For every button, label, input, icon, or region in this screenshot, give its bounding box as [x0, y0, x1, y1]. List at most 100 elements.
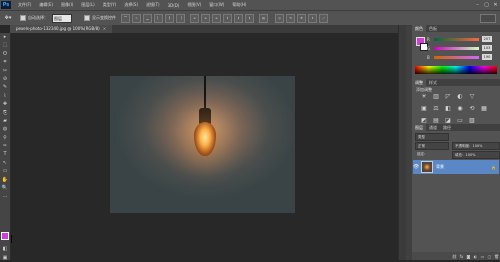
menu-image[interactable]: 图像(I): [57, 2, 77, 8]
foreground-color-swatch[interactable]: [1, 232, 9, 240]
menu-help[interactable]: 帮助(H): [228, 2, 250, 8]
tab-channels[interactable]: 通道: [426, 124, 440, 131]
menu-edit[interactable]: 编辑(E): [35, 2, 57, 8]
quick-select-tool-icon[interactable]: ⌗: [0, 58, 10, 66]
photo-filter-icon[interactable]: ◉: [456, 105, 464, 113]
link-layers-icon[interactable]: ⛓: [451, 254, 458, 259]
clone-stamp-tool-icon[interactable]: ✚: [0, 100, 10, 108]
document-canvas[interactable]: [110, 76, 295, 213]
marquee-tool-icon[interactable]: ⬚: [0, 41, 10, 49]
3d-pan-icon[interactable]: ✥: [297, 13, 306, 23]
menu-layer[interactable]: 图层(L): [77, 2, 98, 8]
distribute-right-icon[interactable]: ⦀: [245, 13, 254, 23]
brush-tool-icon[interactable]: ⌇: [0, 92, 10, 100]
tab-styles[interactable]: 样式: [426, 79, 440, 86]
tab-color[interactable]: 颜色: [412, 25, 426, 32]
menu-view[interactable]: 视图(V): [183, 2, 205, 8]
color-slider-g[interactable]: G 103: [427, 45, 492, 51]
quick-mask-icon[interactable]: ◧: [0, 245, 10, 253]
tab-adjustments[interactable]: 调整: [412, 79, 426, 86]
new-adjustment-icon[interactable]: ◐: [472, 254, 479, 259]
opacity-field[interactable]: 不透明度：100%: [452, 142, 500, 150]
hsl-icon[interactable]: ▣: [420, 105, 428, 113]
3d-scale-icon[interactable]: ⤢: [319, 13, 328, 23]
layer-row-background[interactable]: 👁 背景 🔒: [413, 160, 499, 174]
align-right-icon[interactable]: ▕: [176, 13, 185, 23]
align-vcenter-icon[interactable]: ═: [132, 13, 141, 23]
delete-layer-icon[interactable]: 🗑: [493, 254, 500, 259]
add-mask-icon[interactable]: ◙: [465, 254, 472, 259]
color-value-g[interactable]: 103: [482, 45, 492, 51]
distribute-hcenter-icon[interactable]: ⦀: [234, 13, 243, 23]
curves-icon[interactable]: ◸: [444, 93, 452, 101]
history-brush-tool-icon[interactable]: ⎘: [0, 109, 10, 117]
menu-type[interactable]: 类型(Y): [99, 2, 121, 8]
zoom-tool-icon[interactable]: 🔍: [0, 184, 10, 192]
crop-tool-icon[interactable]: ✂: [0, 67, 10, 75]
menu-select[interactable]: 选择(S): [120, 2, 142, 8]
distribute-bottom-icon[interactable]: ≡: [212, 13, 221, 23]
distribute-vcenter-icon[interactable]: ≡: [201, 13, 210, 23]
shape-tool-icon[interactable]: ▭: [0, 167, 10, 175]
distribute-left-icon[interactable]: ⦀: [223, 13, 232, 23]
brightness-icon[interactable]: ☀: [420, 93, 428, 101]
color-lookup-icon[interactable]: ▦: [480, 105, 488, 113]
color-value-r[interactable]: 207: [482, 36, 492, 42]
blur-tool-icon[interactable]: ⚲: [0, 134, 10, 142]
close-tab-icon[interactable]: ×: [103, 26, 106, 31]
bw-icon[interactable]: ◧: [444, 105, 452, 113]
eye-icon[interactable]: 👁: [413, 164, 419, 170]
maximize-button[interactable]: ▢: [482, 0, 491, 10]
tab-swatches[interactable]: 色板: [426, 25, 440, 32]
3d-rotate-icon[interactable]: ⟲: [286, 13, 295, 23]
exposure-icon[interactable]: ◐: [456, 93, 464, 101]
fill-field[interactable]: 填充：100%: [452, 151, 500, 159]
type-tool-icon[interactable]: T: [0, 150, 10, 158]
menu-filter[interactable]: 滤镜(T): [142, 2, 164, 8]
vibrance-icon[interactable]: ▽: [468, 93, 476, 101]
color-slider-b[interactable]: B 190: [427, 54, 492, 60]
show-transform-checkbox[interactable]: [84, 15, 90, 21]
3d-slide-icon[interactable]: ⇕: [308, 13, 317, 23]
layer-filter-kind[interactable]: 类型: [415, 133, 449, 141]
color-bar-r[interactable]: [434, 38, 479, 41]
levels-icon[interactable]: ▥: [432, 93, 440, 101]
lasso-tool-icon[interactable]: ʘ: [0, 50, 10, 58]
healing-brush-tool-icon[interactable]: ✎: [0, 83, 10, 91]
menu-file[interactable]: 文件(F): [14, 2, 35, 8]
more-tools-icon[interactable]: …: [0, 192, 10, 200]
pen-tool-icon[interactable]: ✑: [0, 142, 10, 150]
color-balance-icon[interactable]: ⚖: [432, 105, 440, 113]
align-left-icon[interactable]: ▏: [154, 13, 163, 23]
auto-align-icon[interactable]: ▤: [259, 13, 268, 23]
blend-mode-select[interactable]: 正常: [415, 142, 449, 150]
new-group-icon[interactable]: ▭: [479, 254, 486, 259]
minimize-button[interactable]: –: [473, 0, 482, 10]
distribute-top-icon[interactable]: ≡: [190, 13, 199, 23]
align-hcenter-icon[interactable]: ║: [165, 13, 174, 23]
color-value-b[interactable]: 190: [482, 54, 492, 60]
color-spectrum[interactable]: [415, 66, 497, 74]
3d-mode-icon[interactable]: ◎: [275, 13, 284, 23]
gradient-tool-icon[interactable]: ◍: [0, 125, 10, 133]
hand-tool-icon[interactable]: ✋: [0, 176, 10, 184]
tab-paths[interactable]: 路径: [440, 124, 454, 131]
channel-mixer-icon[interactable]: ⟲: [468, 105, 476, 113]
color-slider-r[interactable]: R 207: [427, 36, 492, 42]
new-layer-icon[interactable]: ▢: [486, 254, 493, 259]
eyedropper-tool-icon[interactable]: ⊘: [0, 75, 10, 83]
menu-3d[interactable]: 3D(D): [164, 3, 184, 8]
close-button[interactable]: ✕: [491, 0, 500, 10]
align-top-icon[interactable]: ▔: [121, 13, 130, 23]
screen-mode-icon[interactable]: ▣: [0, 254, 10, 262]
auto-select-checkbox[interactable]: [20, 15, 26, 21]
align-bottom-icon[interactable]: ▁: [143, 13, 152, 23]
move-tool-preset-icon[interactable]: ✥▾: [2, 14, 14, 22]
color-bar-g[interactable]: [434, 47, 479, 50]
menu-window[interactable]: 窗口(W): [205, 2, 228, 8]
path-select-tool-icon[interactable]: ↖: [0, 159, 10, 167]
tab-layers[interactable]: 图层: [412, 124, 426, 131]
eraser-tool-icon[interactable]: ▰: [0, 117, 10, 125]
workspace-switcher[interactable]: [480, 14, 496, 23]
move-tool-icon[interactable]: ▸: [0, 33, 10, 41]
